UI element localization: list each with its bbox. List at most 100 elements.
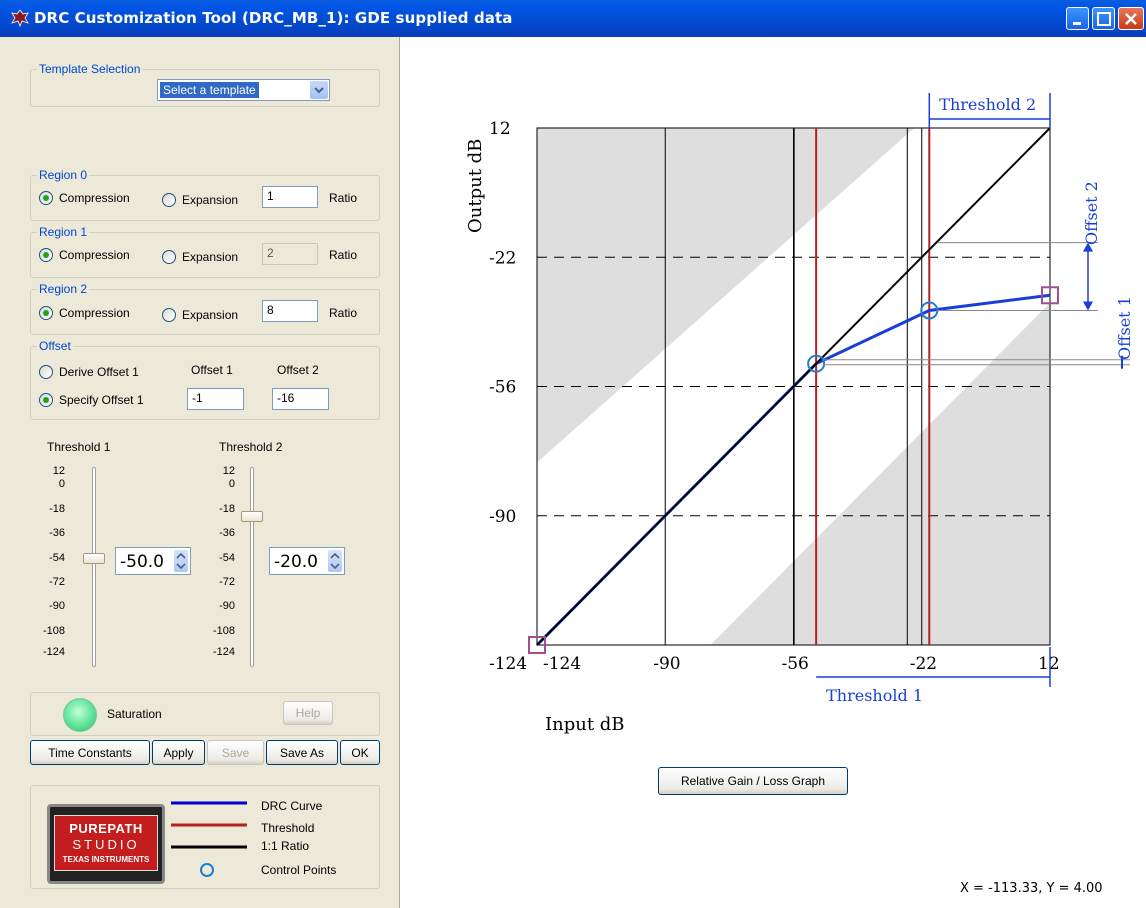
threshold-1-value[interactable]: -50.0 [120, 552, 164, 572]
saturation-indicator-icon [63, 698, 97, 732]
saturation-label: Saturation [107, 707, 162, 721]
minimize-button[interactable] [1066, 7, 1089, 30]
x-tick-label: -124 [543, 654, 581, 674]
derive-offset-label[interactable]: Derive Offset 1 [59, 365, 139, 379]
maximize-icon [1097, 12, 1111, 26]
threshold-2-spinbox[interactable]: -20.0 [269, 547, 345, 575]
help-button[interactable]: Help [283, 701, 333, 725]
y-tick-label: -22 [489, 248, 516, 268]
app-icon [11, 9, 29, 28]
drc-chart[interactable]: -124 -90 -56 -22 12 12 -22 -56 -90 -124 Threshold… [400, 37, 1146, 797]
threshold-1-label: Threshold 1 [47, 440, 111, 454]
t2-scale-tick: -36 [219, 527, 235, 539]
spin-arrows-icon[interactable] [328, 550, 342, 572]
y-tick-label: 12 [489, 119, 511, 139]
threshold-1-label: Threshold 1 [826, 686, 923, 705]
window-title: DRC Customization Tool (DRC_MB_1): GDE s… [34, 9, 513, 27]
legend-drc-curve-label: DRC Curve [261, 799, 323, 813]
template-select-value: Select a template [160, 82, 259, 98]
region-0-compression-radio[interactable] [39, 191, 53, 205]
region-1-compression-label[interactable]: Compression [59, 248, 130, 262]
offset-1-label: Offset 1 [1115, 296, 1134, 360]
t2-scale-tick: 12 [222, 465, 235, 477]
offset-2-label: Offset 2 [277, 363, 319, 377]
region-1-ratio-input: 2 [262, 243, 318, 265]
logo-line-3: TEXAS INSTRUMENTS [62, 855, 150, 864]
t2-scale-tick: -124 [212, 646, 235, 658]
offset-2-input[interactable]: -16 [272, 388, 329, 410]
region-2-expansion-label[interactable]: Expansion [182, 308, 238, 322]
template-select[interactable]: Select a template [157, 79, 330, 101]
offset-2-arrowhead [1083, 301, 1093, 311]
region-2-ratio-input[interactable]: 8 [262, 300, 318, 322]
region-2-compression-label[interactable]: Compression [59, 306, 130, 320]
offset-legend: Offset [37, 339, 73, 353]
relative-gain-loss-button[interactable]: Relative Gain / Loss Graph [658, 767, 848, 795]
t2-scale-tick: -54 [219, 552, 235, 564]
ok-button[interactable]: OK [340, 740, 380, 765]
chevron-down-icon[interactable] [310, 81, 328, 99]
save-button[interactable]: Save [207, 740, 264, 765]
save-as-button[interactable]: Save As [266, 740, 338, 765]
t1-scale-tick: -108 [42, 625, 65, 637]
specify-offset-label[interactable]: Specify Offset 1 [59, 393, 144, 407]
x-tick-label: -90 [653, 654, 680, 674]
offset-1-input[interactable]: -1 [187, 388, 244, 410]
legend-swatches [171, 801, 247, 877]
x-axis-label: Input dB [545, 714, 625, 735]
threshold-1-spinbox[interactable]: -50.0 [115, 547, 191, 575]
threshold-1-slider-thumb[interactable] [83, 553, 105, 564]
region-1-ratio-label: Ratio [329, 248, 358, 262]
region-0-ratio-label: Ratio [329, 191, 358, 205]
region-0-ratio-input[interactable]: 1 [262, 186, 318, 208]
coordinate-readout: X = -113.33, Y = 4.00 [960, 881, 1103, 896]
threshold-2-value[interactable]: -20.0 [274, 552, 318, 572]
legend-ratio-label: 1:1 Ratio [261, 839, 310, 853]
close-icon [1125, 13, 1137, 25]
region-0-compression-label[interactable]: Compression [59, 191, 130, 205]
close-button[interactable] [1118, 7, 1144, 30]
region-1-expansion-label[interactable]: Expansion [182, 250, 238, 264]
t2-scale-tick: -90 [219, 600, 235, 612]
region-1-compression-radio[interactable] [39, 248, 53, 262]
minimize-icon [1073, 22, 1081, 25]
threshold-2-label: Threshold 2 [939, 95, 1036, 114]
region-0-expansion-label[interactable]: Expansion [182, 193, 238, 207]
x-tick-label: 12 [1038, 654, 1060, 674]
region-2-expansion-radio[interactable] [162, 308, 176, 322]
legend-control-points-label: Control Points [261, 863, 337, 877]
region-2-compression-radio[interactable] [39, 306, 53, 320]
time-constants-button[interactable]: Time Constants [30, 740, 150, 765]
threshold-1-slider-track[interactable] [92, 467, 96, 667]
x-tick-label: -124 [489, 654, 527, 674]
t1-scale-tick: -124 [42, 646, 65, 658]
maximize-button[interactable] [1092, 7, 1115, 30]
region-2-ratio-label: Ratio [329, 306, 358, 320]
y-axis-label: Output dB [465, 139, 486, 233]
x-tick-label: -22 [910, 654, 937, 674]
apply-button[interactable]: Apply [152, 740, 205, 765]
purepath-studio-logo: PUREPATH STUDIO TEXAS INSTRUMENTS [47, 804, 165, 884]
region-1-expansion-radio[interactable] [162, 250, 176, 264]
drc-customization-window: DRC Customization Tool (DRC_MB_1): GDE s… [0, 0, 1146, 908]
title-bar[interactable]: DRC Customization Tool (DRC_MB_1): GDE s… [0, 0, 1146, 37]
specify-offset-radio[interactable] [39, 393, 53, 407]
threshold-2-slider-thumb[interactable] [241, 511, 263, 522]
region-2-legend: Region 2 [37, 282, 90, 296]
template-selection-legend: Template Selection [37, 62, 143, 76]
graph-panel: -124 -90 -56 -22 12 12 -22 -56 -90 -124 Threshold… [399, 37, 1146, 908]
offset-2-label: Offset 2 [1082, 181, 1101, 245]
region-0-expansion-radio[interactable] [162, 193, 176, 207]
spin-arrows-icon[interactable] [174, 550, 188, 572]
t2-scale-tick: -18 [219, 503, 235, 515]
derive-offset-radio[interactable] [39, 365, 53, 379]
offset-1-label: Offset 1 [191, 363, 233, 377]
settings-panel: Template Selection Select a template Reg… [7, 37, 393, 903]
y-tick-label: -90 [489, 507, 516, 527]
t1-scale-tick: -18 [49, 503, 65, 515]
t2-scale-tick: -108 [212, 625, 235, 637]
region-0-legend: Region 0 [37, 168, 90, 182]
t1-scale-tick: -54 [49, 552, 65, 564]
t1-scale-tick: 12 [52, 465, 65, 477]
threshold-2-slider-track[interactable] [250, 467, 254, 667]
